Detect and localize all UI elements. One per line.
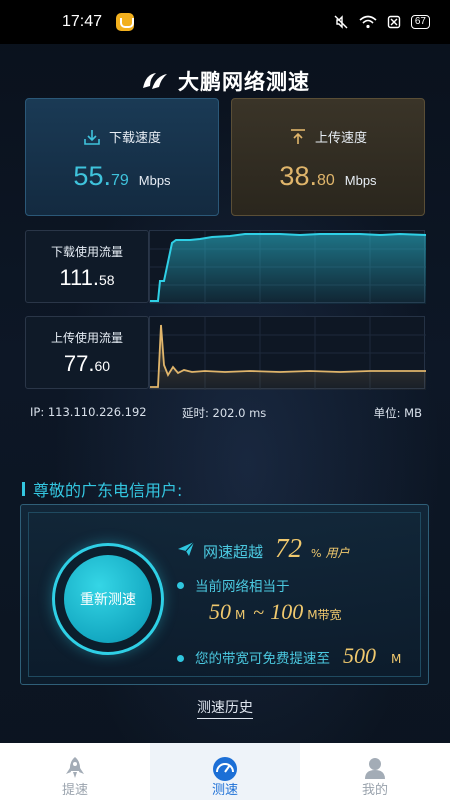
upload-speed-graph bbox=[149, 316, 426, 390]
equivalent-bandwidth-line: 当前网络相当于 bbox=[177, 575, 290, 595]
upgrade-value: 500 bbox=[343, 643, 376, 668]
app-title: 大鹏网络测速 bbox=[178, 70, 310, 94]
upload-speed-unit: Mbps bbox=[344, 173, 377, 188]
upgrade-label: 您的带宽可免费提速至 bbox=[195, 651, 330, 667]
download-graph-svg bbox=[150, 231, 427, 304]
status-icons: 67 bbox=[333, 14, 430, 30]
equivalent-label: 当前网络相当于 bbox=[195, 579, 290, 595]
sim-icon bbox=[387, 15, 401, 29]
retest-ring: 重新测速 bbox=[52, 543, 164, 655]
battery-indicator: 67 bbox=[410, 15, 430, 29]
result-panel-inner: 重新测速 网速超越 72 % 用户 当前网络相当于 50 M ~ 100 M带宽… bbox=[28, 512, 421, 677]
upload-icon bbox=[290, 128, 305, 144]
user-icon bbox=[365, 758, 385, 779]
bandwidth-high: 100 bbox=[270, 599, 304, 624]
nav-label-boost: 提速 bbox=[61, 783, 88, 798]
result-panel: 重新测速 网速超越 72 % 用户 当前网络相当于 50 M ~ 100 M带宽… bbox=[20, 504, 429, 685]
download-speed-card: 下载速度 55. 79 Mbps bbox=[25, 98, 219, 216]
upload-traffic-integer: 77. bbox=[63, 351, 95, 376]
mute-icon bbox=[334, 15, 348, 29]
nav-item-speedtest[interactable]: 测速 bbox=[150, 743, 300, 800]
app-notification-icon bbox=[116, 13, 135, 31]
greeting: 尊敬的广东电信用户: bbox=[22, 477, 182, 501]
bottom-nav: 提速 测速 我的 bbox=[0, 743, 450, 800]
ip-address: IP: 113.110.226.192 bbox=[30, 405, 147, 419]
bullet-icon bbox=[177, 655, 184, 662]
history-link[interactable]: 测速历史 bbox=[197, 700, 253, 719]
upload-speed-integer: 38. bbox=[279, 161, 317, 191]
greeting-text: 尊敬的广东电信用户: bbox=[33, 481, 183, 500]
beat-unit: % bbox=[311, 547, 322, 560]
download-icon bbox=[84, 129, 100, 145]
beat-suffix: 用户 bbox=[325, 546, 350, 560]
history-link-row: 测速历史 bbox=[0, 697, 450, 719]
app-header: 大鹏网络测速 bbox=[0, 66, 450, 96]
download-speed-label: 下载速度 bbox=[108, 131, 161, 146]
download-traffic-integer: 111. bbox=[59, 265, 99, 290]
bandwidth-tilde: ~ bbox=[253, 602, 265, 624]
download-traffic-label: 下载使用流量 bbox=[50, 245, 123, 259]
wifi-icon bbox=[359, 15, 377, 29]
upgrade-line: 您的带宽可免费提速至 500 M bbox=[177, 643, 401, 669]
upload-speed-card: 上传速度 38. 80 Mbps bbox=[231, 98, 425, 216]
beat-value: 72 bbox=[275, 533, 303, 563]
greeting-accent-bar bbox=[22, 482, 25, 496]
nav-item-profile[interactable]: 我的 bbox=[300, 743, 450, 800]
download-speed-decimal: 79 bbox=[110, 172, 129, 189]
upload-graph-svg bbox=[150, 317, 426, 390]
speedometer-icon bbox=[213, 757, 237, 781]
download-speed-graph bbox=[149, 230, 427, 304]
bandwidth-low-unit: M bbox=[235, 608, 246, 622]
paper-plane-icon bbox=[178, 541, 195, 556]
upload-traffic-decimal: 60 bbox=[94, 358, 111, 374]
upload-speed-decimal: 80 bbox=[316, 172, 335, 189]
download-traffic-box: 下载使用流量 111.58 bbox=[25, 230, 149, 303]
rocket-icon bbox=[66, 757, 84, 778]
download-traffic-decimal: 58 bbox=[98, 272, 115, 288]
nav-item-boost[interactable]: 提速 bbox=[0, 743, 150, 800]
upgrade-unit: M bbox=[391, 652, 402, 666]
download-speed-integer: 55. bbox=[73, 161, 111, 191]
upload-traffic-box: 上传使用流量 77.60 bbox=[25, 316, 149, 389]
upload-speed-label: 上传速度 bbox=[314, 131, 367, 146]
status-time: 17:47 bbox=[62, 13, 103, 30]
bandwidth-low: 50 bbox=[209, 599, 231, 624]
nav-label-speedtest: 测速 bbox=[211, 783, 238, 798]
status-bar: 17:47 67 bbox=[0, 0, 450, 44]
upload-traffic-label: 上传使用流量 bbox=[50, 331, 123, 345]
nav-label-profile: 我的 bbox=[361, 783, 388, 798]
retest-button[interactable]: 重新测速 bbox=[64, 555, 152, 643]
beat-percentage-line: 网速超越 72 % 用户 bbox=[177, 533, 349, 564]
app-logo-icon bbox=[143, 73, 167, 89]
bandwidth-range: 50 M ~ 100 M带宽 bbox=[209, 599, 348, 625]
latency: 延时: 202.0 ms bbox=[182, 406, 267, 420]
download-speed-unit: Mbps bbox=[138, 173, 171, 188]
bullet-icon bbox=[177, 581, 184, 589]
bandwidth-high-unit: M带宽 bbox=[307, 608, 342, 622]
unit-label: 单位: MB bbox=[373, 406, 422, 420]
beat-prefix: 网速超越 bbox=[203, 543, 264, 561]
